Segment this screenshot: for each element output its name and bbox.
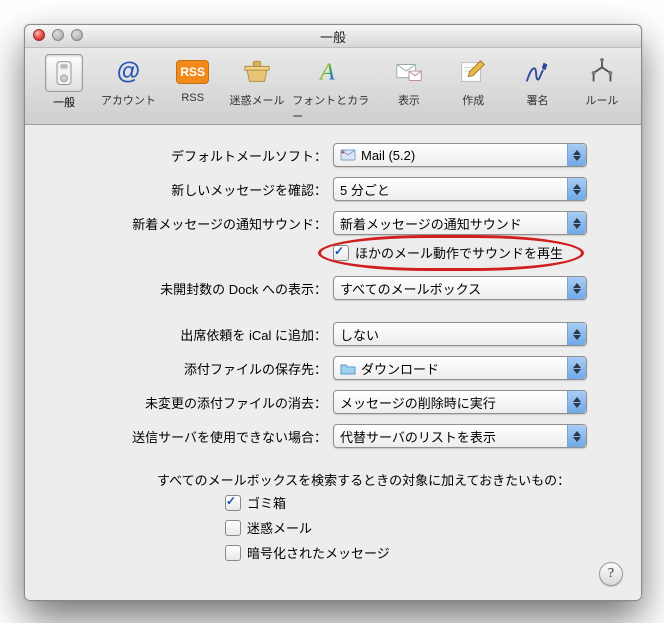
popup-value: 5 分ごと	[340, 180, 390, 199]
popup-ical-invites[interactable]: しない	[333, 322, 587, 346]
toolbar-accounts[interactable]: @ アカウント	[99, 54, 157, 108]
popup-downloads[interactable]: ダウンロード	[333, 356, 587, 380]
toolbar-viewing[interactable]: 表示	[380, 54, 438, 108]
toolbar-label: フォントとカラー	[292, 92, 374, 124]
popup-value: ダウンロード	[361, 359, 439, 378]
toolbar-rss[interactable]: RSS RSS	[164, 54, 222, 104]
popup-arrows-icon	[567, 391, 586, 413]
popup-value: Mail (5.2)	[361, 148, 415, 163]
toolbar-fonts-colors[interactable]: A フォントとカラー	[292, 54, 374, 124]
popup-check-new[interactable]: 5 分ごと	[333, 177, 587, 201]
folder-icon	[340, 360, 356, 376]
popup-arrows-icon	[567, 425, 586, 447]
toolbar-label: 迷惑メール	[230, 92, 285, 108]
label-default-mail: デフォルトメールソフト：	[49, 146, 333, 165]
mail-app-icon	[340, 147, 356, 163]
checkbox-label: ゴミ箱	[247, 493, 286, 512]
popup-arrows-icon	[567, 323, 586, 345]
label-downloads: 添付ファイルの保存先：	[49, 359, 333, 378]
junk-icon	[239, 54, 275, 90]
minimize-button[interactable]	[52, 29, 64, 41]
popup-arrows-icon	[567, 277, 586, 299]
traffic-lights	[33, 29, 83, 41]
rss-icon: RSS	[175, 54, 211, 90]
checkbox-label: 迷惑メール	[247, 518, 312, 537]
popup-arrows-icon	[567, 144, 586, 166]
window-title: 一般	[320, 27, 346, 46]
toolbar-label: 一般	[53, 94, 75, 110]
search-include-junk[interactable]	[225, 520, 241, 536]
toolbar-junk[interactable]: 迷惑メール	[228, 54, 286, 108]
popup-default-mail[interactable]: Mail (5.2)	[333, 143, 587, 167]
toolbar-label: アカウント	[101, 92, 156, 108]
zoom-button[interactable]	[71, 29, 83, 41]
toolbar-label: 作成	[462, 92, 484, 108]
popup-arrows-icon	[567, 178, 586, 200]
preferences-body: デフォルトメールソフト： Mail (5.2) 新しいメッセージを確認： 5 分…	[25, 125, 641, 601]
rules-icon	[584, 54, 620, 90]
popup-value: すべてのメールボックス	[340, 279, 481, 298]
toolbar-label: ルール	[585, 92, 618, 108]
popup-value: メッセージの削除時に実行	[340, 393, 496, 412]
popup-remove-unedited[interactable]: メッセージの削除時に実行	[333, 390, 587, 414]
close-button[interactable]	[33, 29, 45, 41]
popup-value: しない	[340, 325, 379, 344]
at-icon: @	[110, 54, 146, 90]
popup-outgoing-unavail[interactable]: 代替サーバのリストを表示	[333, 424, 587, 448]
general-icon	[45, 54, 83, 92]
label-sound: 新着メッセージの通知サウンド：	[49, 214, 333, 233]
toolbar-signatures[interactable]: 署名	[508, 54, 566, 108]
help-button[interactable]: ?	[599, 562, 623, 586]
popup-dock-unread[interactable]: すべてのメールボックス	[333, 276, 587, 300]
toolbar-rules[interactable]: ルール	[573, 54, 631, 108]
titlebar: 一般	[25, 25, 641, 48]
preferences-toolbar: 一般 @ アカウント RSS RSS 迷惑メール A	[25, 48, 641, 125]
annotation-highlight	[318, 235, 584, 271]
search-include-encrypted[interactable]	[225, 545, 241, 561]
svg-text:A: A	[318, 59, 335, 86]
toolbar-label: 署名	[527, 92, 549, 108]
label-ical-invites: 出席依頼を iCal に追加：	[49, 325, 333, 344]
popup-value: 新着メッセージの通知サウンド	[340, 214, 522, 233]
signatures-icon	[520, 54, 556, 90]
fonts-colors-icon: A	[315, 54, 351, 90]
help-icon: ?	[608, 566, 614, 582]
viewing-icon	[391, 54, 427, 90]
search-section-heading: すべてのメールボックスを検索するときの対象に加えておきたいもの：	[157, 470, 570, 489]
label-dock-unread: 未開封数の Dock への表示：	[49, 279, 333, 298]
toolbar-general[interactable]: 一般	[35, 54, 93, 110]
toolbar-label: RSS	[181, 92, 204, 104]
label-outgoing-unavail: 送信サーバを使用できない場合：	[49, 427, 333, 446]
search-include-trash[interactable]	[225, 495, 241, 511]
composing-icon	[455, 54, 491, 90]
popup-sound[interactable]: 新着メッセージの通知サウンド	[333, 211, 587, 235]
popup-arrows-icon	[567, 212, 586, 234]
label-remove-unedited: 未変更の添付ファイルの消去：	[49, 393, 333, 412]
toolbar-label: 表示	[398, 92, 420, 108]
toolbar-composing[interactable]: 作成	[444, 54, 502, 108]
popup-value: 代替サーバのリストを表示	[340, 427, 496, 446]
preferences-window: 一般 一般 @ アカウント RSS RSS 迷惑メール	[24, 24, 642, 601]
checkbox-label: 暗号化されたメッセージ	[247, 543, 390, 562]
popup-arrows-icon	[567, 357, 586, 379]
label-check-new: 新しいメッセージを確認：	[49, 180, 333, 199]
